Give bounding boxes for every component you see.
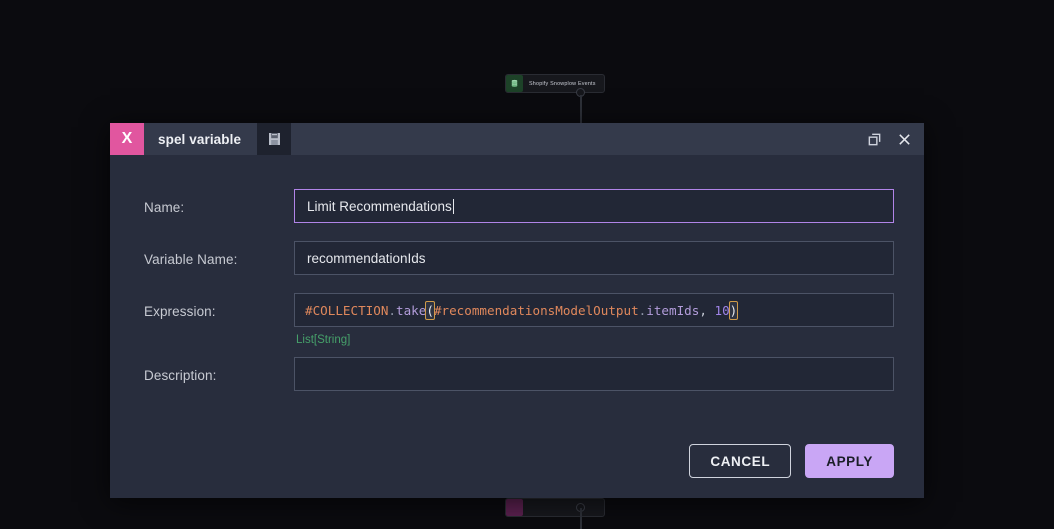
flow-edge: [580, 508, 582, 529]
dialog-body: Name: Limit Recommendations Variable Nam…: [110, 155, 924, 498]
description-input[interactable]: [294, 357, 894, 391]
dialog-title: spel variable: [144, 123, 258, 155]
maximize-icon: [868, 133, 880, 145]
window-controls: [866, 123, 924, 155]
app-logo-icon: X: [110, 123, 144, 155]
dialog-titlebar[interactable]: X spel variable: [110, 123, 924, 155]
token-close-paren: ): [728, 300, 739, 320]
variable-name-label: Variable Name:: [144, 252, 238, 267]
close-button[interactable]: [896, 131, 912, 147]
close-icon: [898, 133, 910, 145]
name-label: Name:: [144, 200, 185, 215]
cancel-button[interactable]: CANCEL: [689, 444, 792, 478]
name-input-value: Limit Recommendations: [307, 198, 452, 214]
maximize-button[interactable]: [866, 131, 882, 147]
token-dot: .: [388, 302, 396, 318]
expression-code: #COLLECTION.take(#recommendationsModelOu…: [305, 300, 739, 320]
save-icon-button[interactable]: [257, 123, 292, 155]
name-input[interactable]: Limit Recommendations: [294, 189, 894, 223]
flow-node-shopify-snowplow-events[interactable]: Shopify Snowplow Events: [505, 74, 605, 93]
variable-name-input[interactable]: recommendationIds: [294, 241, 894, 275]
token-arg-variable: #recommendationsModelOutput: [433, 302, 639, 318]
expression-label: Expression:: [144, 304, 216, 319]
field-row-expression: Expression: #COLLECTION.take(#recommenda…: [144, 293, 894, 346]
token-collection: #COLLECTION: [305, 302, 389, 318]
token-arg-property: itemIds: [646, 302, 700, 318]
expression-type-hint: List[String]: [296, 334, 351, 346]
variable-name-input-value: recommendationIds: [307, 250, 426, 266]
field-row-description: Description:: [144, 357, 894, 391]
token-comma: ,: [699, 302, 715, 318]
database-icon: [506, 75, 523, 92]
titlebar-spacer: [291, 123, 866, 155]
apply-button[interactable]: APPLY: [805, 444, 894, 478]
flow-node-lower[interactable]: [505, 498, 605, 517]
node-icon: [506, 499, 523, 516]
token-method-take: take: [396, 302, 427, 318]
dialog-footer: CANCEL APPLY: [689, 444, 894, 478]
expression-input[interactable]: #COLLECTION.take(#recommendationsModelOu…: [294, 293, 894, 327]
token-number: 10: [714, 302, 730, 318]
field-row-variable-name: Variable Name: recommendationIds: [144, 241, 894, 275]
spel-variable-dialog: X spel variable Name: Limit Recommendati…: [110, 123, 924, 498]
save-icon: [268, 133, 280, 145]
text-caret: [452, 198, 454, 214]
description-label: Description:: [144, 368, 217, 383]
field-row-name: Name: Limit Recommendations: [144, 189, 894, 223]
flow-node-label: Shopify Snowplow Events: [529, 80, 596, 87]
